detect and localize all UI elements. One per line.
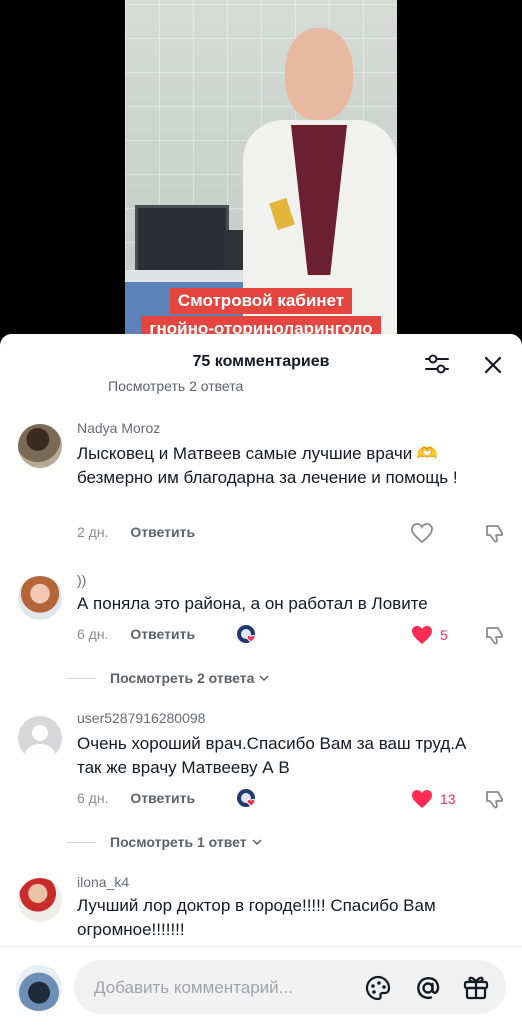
reply-button[interactable]: Ответить — [130, 626, 195, 642]
comment-text: Очень хороший врач.Спасибо Вам за ваш тр… — [77, 734, 467, 777]
comment-username[interactable]: ilona_k4 — [77, 874, 129, 890]
gift-icon[interactable] — [462, 973, 490, 1001]
view-replies-cut[interactable]: Посмотреть 2 ответа — [108, 378, 243, 394]
view-replies-label: Посмотреть 1 ответ — [110, 834, 247, 850]
reply-button[interactable]: Ответить — [130, 524, 195, 540]
comment-username[interactable]: )) — [77, 572, 86, 588]
heart-icon — [412, 626, 432, 644]
filter-icon[interactable] — [424, 352, 450, 376]
divider — [66, 841, 96, 843]
reply-button[interactable]: Ответить — [130, 790, 195, 806]
like-button[interactable]: 13 — [410, 788, 456, 810]
chevron-down-icon — [259, 675, 269, 682]
my-avatar[interactable] — [16, 965, 62, 1011]
comment-username[interactable]: Nadya Moroz — [77, 420, 160, 436]
video-monitor — [135, 205, 229, 273]
creator-liked-icon — [237, 789, 256, 807]
chevron-down-icon — [252, 839, 262, 846]
dislike-icon[interactable] — [484, 522, 506, 544]
comment-text: Лысковец и Матвеев самые лучшие врачи 🫶 … — [77, 444, 458, 487]
dislike-icon[interactable] — [484, 624, 506, 646]
comment-input-container[interactable] — [74, 960, 506, 1014]
avatar[interactable] — [18, 424, 62, 468]
sheet-header: 75 комментариев — [0, 334, 522, 380]
dislike-icon[interactable] — [484, 788, 506, 810]
heart-icon — [411, 523, 433, 544]
comment-meta: 2 дн. Ответить — [77, 524, 195, 544]
comment-meta: 6 дн. Ответить — [77, 626, 195, 646]
avatar[interactable] — [18, 716, 62, 760]
comment-meta: 6 дн. Ответить — [77, 790, 195, 810]
view-replies-button[interactable]: Посмотреть 2 ответа — [66, 668, 270, 688]
like-button[interactable]: 5 — [410, 624, 448, 646]
heart-icon — [412, 790, 432, 808]
comment-text: Лучший лор доктор в городе!!!!! Спасибо … — [77, 896, 436, 939]
close-icon[interactable] — [481, 353, 505, 377]
creator-liked-icon — [237, 625, 256, 643]
like-count: 13 — [440, 791, 456, 807]
avatar[interactable] — [18, 878, 62, 922]
like-count: 5 — [440, 627, 448, 643]
caption-text-1: Смотровой кабинет — [169, 288, 353, 314]
view-replies-label: Посмотреть 2 ответа — [110, 670, 255, 686]
like-button[interactable] — [410, 522, 440, 544]
divider — [66, 677, 96, 679]
comment-date: 6 дн. — [77, 790, 109, 806]
view-replies-button[interactable]: Посмотреть 1 ответ — [66, 832, 263, 852]
comment-username[interactable]: user5287916280098 — [77, 710, 205, 726]
at-icon[interactable] — [414, 974, 442, 1002]
video-caption-1: Смотровой кабинет — [125, 288, 397, 314]
comments-sheet: Посмотреть 2 ответа 75 комментариев Nady… — [0, 334, 522, 1024]
comment-date: 2 дн. — [77, 524, 109, 540]
comment-date: 6 дн. — [77, 626, 109, 642]
comment-input-bar — [0, 946, 522, 1025]
avatar[interactable] — [18, 576, 62, 620]
video-person-head — [285, 28, 353, 120]
comment-input[interactable] — [92, 972, 356, 1004]
comment-text: А поняла это района, а он работал в Лови… — [77, 594, 428, 613]
emoji-icon[interactable] — [364, 974, 392, 1002]
video-player[interactable]: Смотровой кабинет гнойно-оториноларингол… — [125, 0, 397, 345]
